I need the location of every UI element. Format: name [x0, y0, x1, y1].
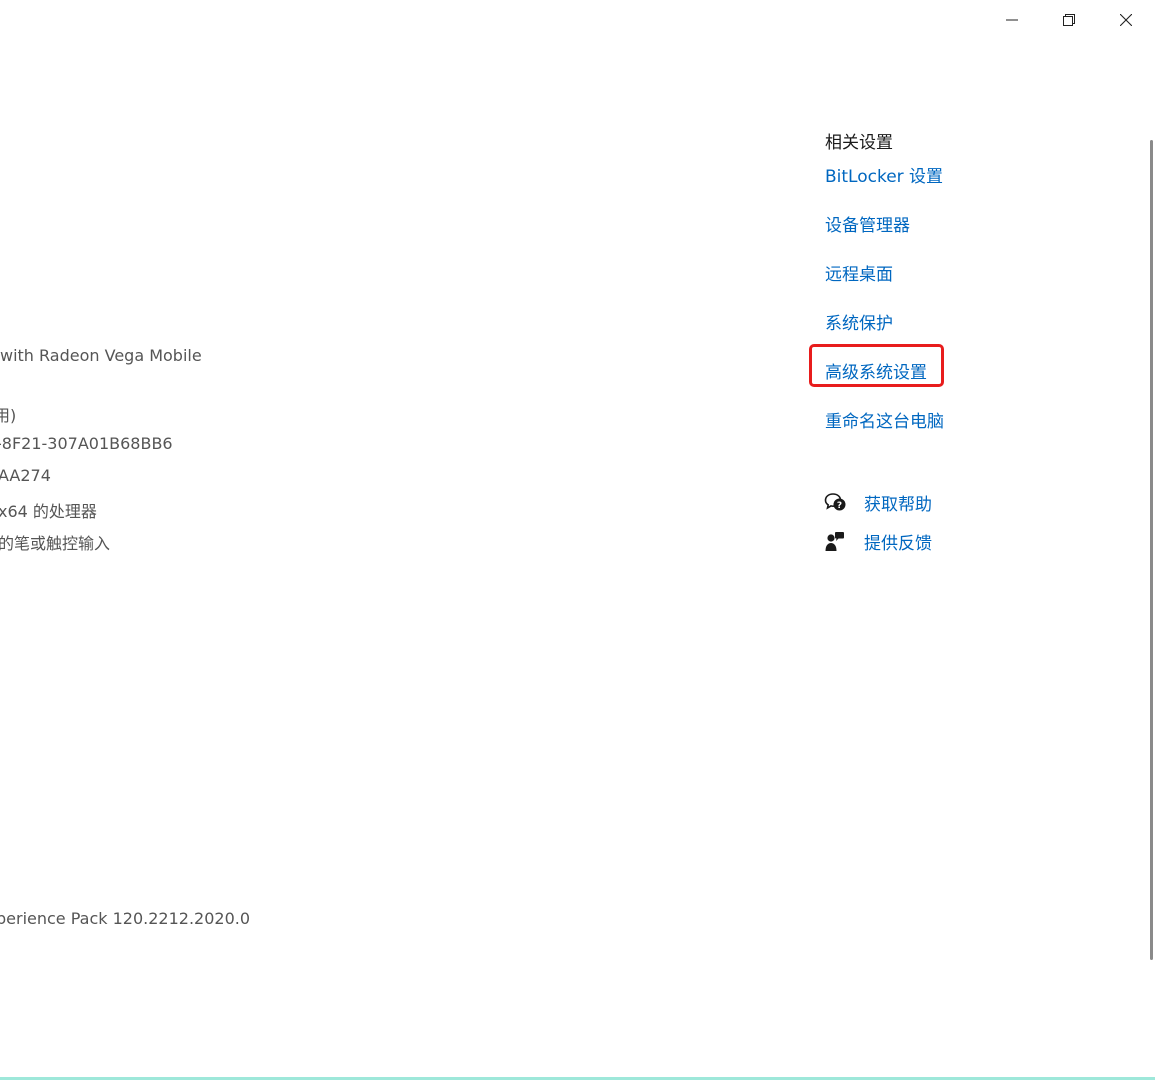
- get-help-link[interactable]: ? 获取帮助: [824, 490, 932, 515]
- minimize-icon: [1006, 14, 1018, 26]
- pen-touch-value: 的笔或触控输入: [0, 534, 111, 553]
- related-settings-title: 相关设置: [825, 133, 893, 153]
- feedback-label: 提供反馈: [864, 534, 932, 554]
- remote-desktop-link[interactable]: 远程桌面: [825, 260, 893, 285]
- settings-window: with Radeon Vega Mobile 用) -8F21-307A01B…: [0, 0, 1155, 1080]
- minimize-button[interactable]: [984, 0, 1040, 40]
- close-button[interactable]: [1098, 0, 1154, 40]
- bitlocker-settings-link[interactable]: BitLocker 设置: [825, 162, 943, 187]
- rename-pc-link[interactable]: 重命名这台电脑: [825, 407, 944, 432]
- chat-help-icon: ?: [824, 492, 848, 514]
- product-id-value: AA274: [0, 466, 51, 485]
- system-type-value: x64 的处理器: [0, 502, 97, 521]
- experience-value: perience Pack 120.2212.2020.0: [0, 909, 251, 928]
- device-manager-link[interactable]: 设备管理器: [825, 211, 910, 236]
- restore-icon: [1063, 14, 1075, 26]
- restore-button[interactable]: [1041, 0, 1097, 40]
- close-icon: [1120, 14, 1132, 26]
- device-id-value: -8F21-307A01B68BB6: [0, 434, 173, 453]
- advanced-system-settings-link[interactable]: 高级系统设置: [825, 358, 927, 383]
- system-protection-link[interactable]: 系统保护: [825, 309, 893, 334]
- processor-value: with Radeon Vega Mobile: [0, 346, 202, 365]
- svg-text:?: ?: [837, 501, 842, 511]
- scrollbar[interactable]: [1150, 140, 1153, 960]
- feedback-person-icon: [824, 531, 848, 553]
- get-help-label: 获取帮助: [864, 495, 932, 515]
- feedback-link[interactable]: 提供反馈: [824, 529, 932, 554]
- ram-value: 用): [0, 406, 17, 425]
